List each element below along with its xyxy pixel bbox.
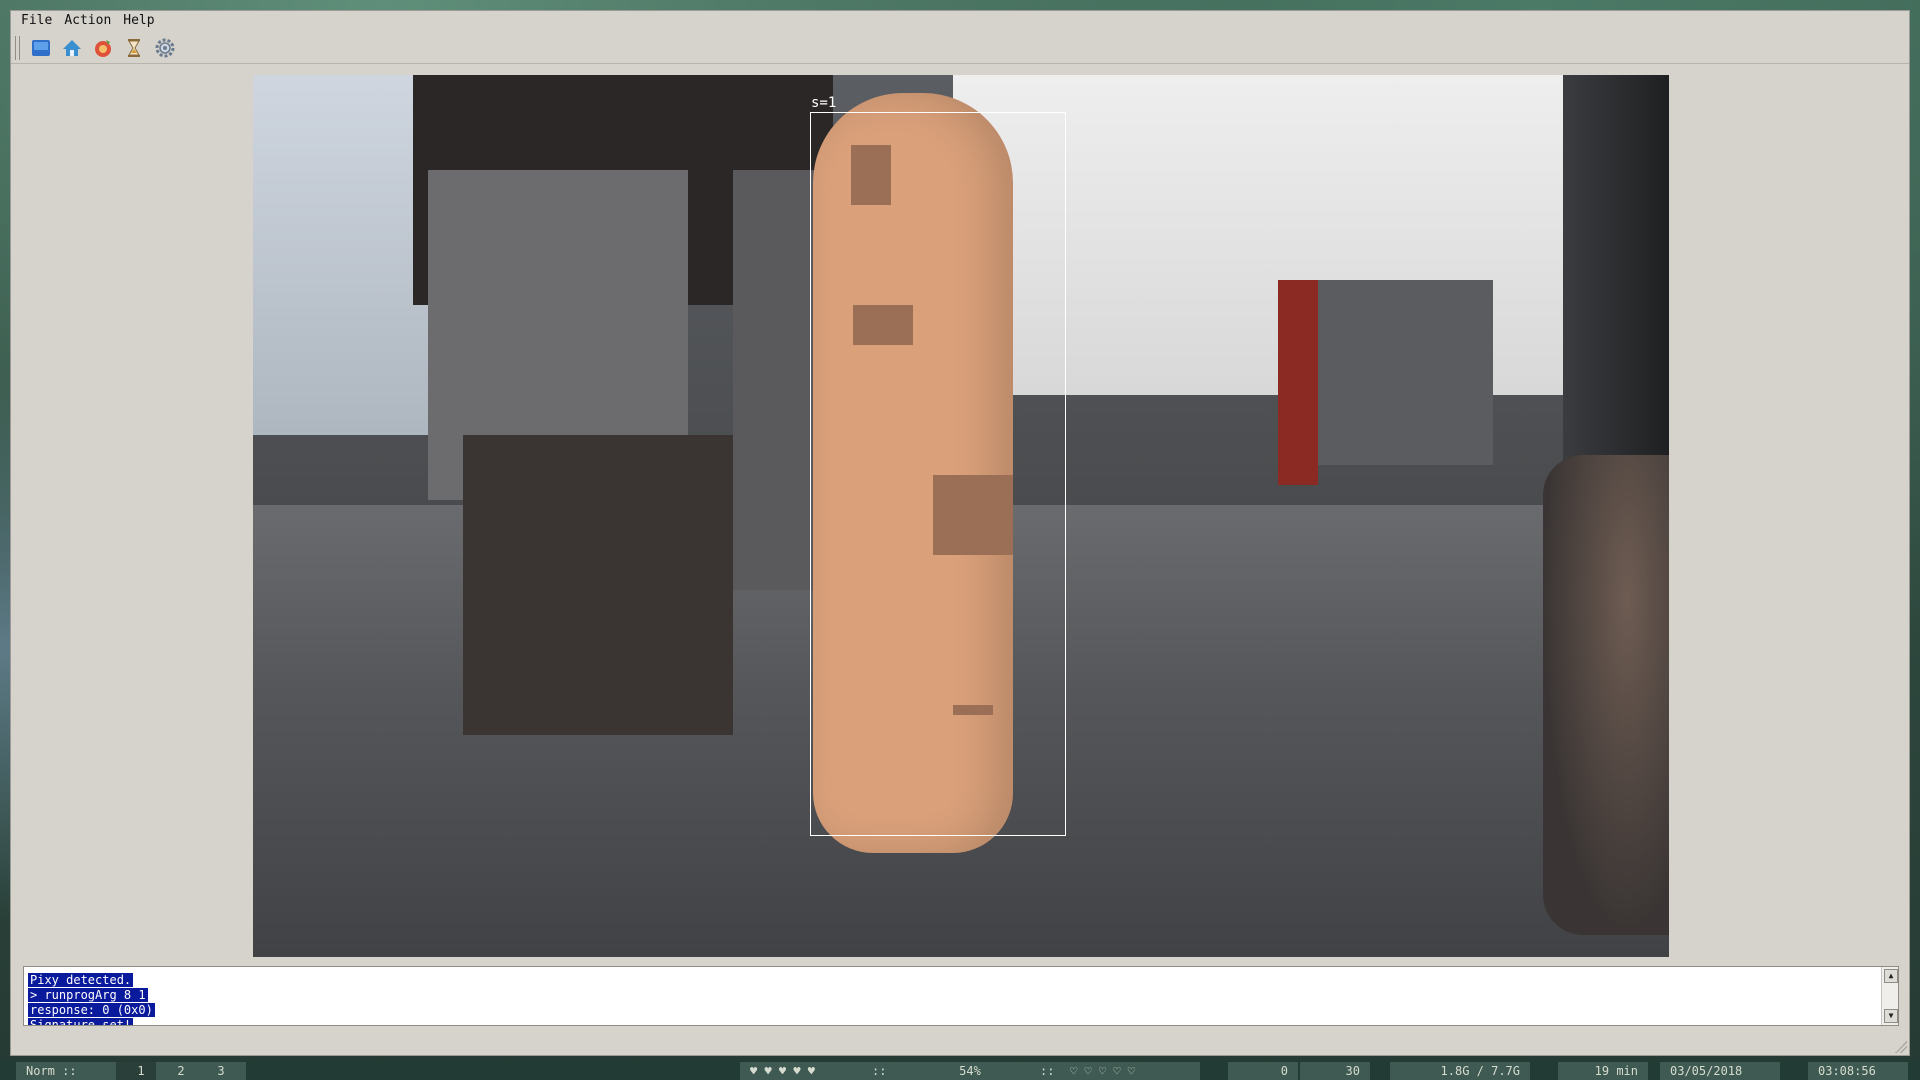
system-status-bar: Norm :: 1 2 3 ♥ ♥ ♥ ♥ ♥ :: 54% :: ♡ ♡ ♡ …	[0, 1062, 1920, 1080]
set-signature-button[interactable]	[90, 35, 116, 61]
resize-grip[interactable]	[1895, 1041, 1907, 1053]
volume-percent[interactable]: 54%	[900, 1062, 1040, 1080]
scroll-down-button[interactable]: ▼	[1884, 1009, 1898, 1023]
console-line: response: 0 (0x0)	[28, 1003, 155, 1017]
signature-bounding-box	[810, 112, 1066, 836]
hourglass-icon	[128, 39, 140, 57]
console-line: > runprogArg 8 1	[28, 988, 148, 1002]
empty-hearts-indicator: ♡ ♡ ♡ ♡ ♡	[1060, 1062, 1200, 1080]
scroll-up-button[interactable]: ▲	[1884, 969, 1898, 983]
signature-label: s=1	[811, 95, 837, 111]
menubar: File Action Help	[11, 11, 1909, 31]
menu-file[interactable]: File	[15, 11, 58, 31]
console-line: Signature set!	[28, 1018, 155, 1025]
console-output[interactable]: Pixy detected. > runprogArg 8 1 response…	[23, 966, 1899, 1026]
scene-red-strip	[1278, 280, 1318, 485]
gear-icon	[155, 38, 175, 58]
stop-button[interactable]	[121, 35, 147, 61]
scene-door	[1318, 280, 1493, 465]
toolbar-grip[interactable]	[15, 36, 20, 60]
memory-indicator: 1.8G / 7.7G	[1390, 1062, 1530, 1080]
scene-box	[463, 435, 733, 735]
audio-indicator: 30	[1300, 1062, 1370, 1080]
scene-hand	[1543, 455, 1669, 935]
battery-indicator: 19 min	[1558, 1062, 1648, 1080]
menu-action[interactable]: Action	[58, 11, 117, 31]
layout-mode[interactable]: Norm ::	[16, 1062, 124, 1080]
home-icon	[63, 40, 81, 56]
camera-view[interactable]: s=1	[253, 75, 1669, 957]
cpu-indicator: 0	[1228, 1062, 1298, 1080]
time-indicator: 03:08:56	[1808, 1062, 1908, 1080]
raw-video-button[interactable]	[28, 35, 54, 61]
toolbar	[11, 33, 1909, 64]
configure-button[interactable]	[152, 35, 178, 61]
signature-icon	[95, 40, 111, 57]
date-indicator: 03/05/2018	[1660, 1062, 1780, 1080]
pixymon-window: File Action Help s=1 Pixy detected. > ru…	[10, 10, 1910, 1056]
status-separator: ::	[862, 1062, 904, 1080]
default-program-button[interactable]	[59, 35, 85, 61]
menu-help[interactable]: Help	[117, 11, 160, 31]
console-line: Pixy detected.	[28, 973, 134, 987]
workspace-3[interactable]: 3	[196, 1062, 246, 1080]
hearts-indicator: ♥ ♥ ♥ ♥ ♥	[740, 1062, 870, 1080]
console-scrollbar[interactable]: ▲ ▼	[1881, 967, 1898, 1025]
raw-video-icon	[32, 40, 50, 56]
